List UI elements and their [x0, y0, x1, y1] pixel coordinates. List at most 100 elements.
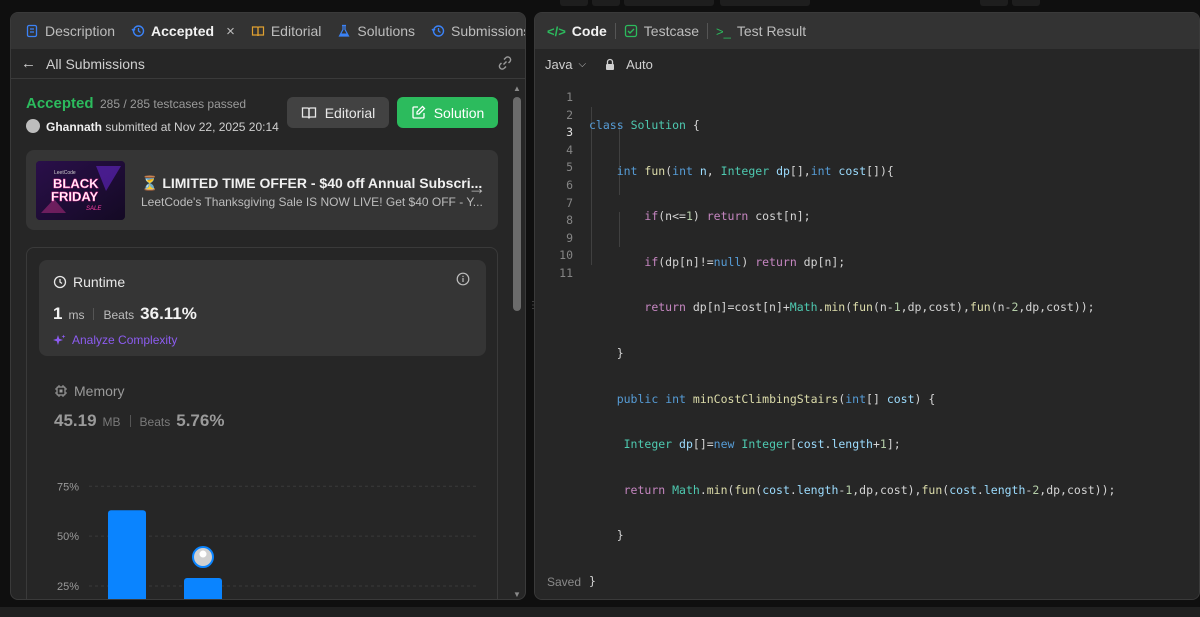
divider [93, 308, 95, 320]
save-status: Saved [547, 575, 582, 589]
editorial-button-label: Editorial [324, 104, 376, 121]
line-number: 4 [566, 142, 573, 157]
promo-badge-line2: FRIDAY [51, 189, 99, 204]
tab-label: Accepted [151, 23, 215, 39]
scroll-up-icon[interactable]: ▲ [512, 85, 522, 93]
toolbar-segment [980, 0, 1008, 6]
tab-label: Test Result [736, 23, 807, 39]
flask-icon [338, 24, 350, 37]
solution-button[interactable]: Solution [397, 97, 498, 128]
username[interactable]: Ghannath [46, 120, 102, 134]
memory-beats-label: Beats [139, 415, 171, 429]
code-line: } [589, 573, 596, 588]
line-number: 11 [559, 265, 573, 280]
y-tick-label: 25% [57, 581, 79, 593]
runtime-label: Runtime [73, 274, 126, 290]
runtime-beats-label: Beats [103, 308, 135, 322]
avatar[interactable] [26, 119, 40, 133]
tab-submissions[interactable]: Submissions [425, 13, 525, 49]
tab-testcase[interactable]: Testcase [618, 13, 705, 49]
tab-label: Testcase [643, 23, 700, 39]
line-number: 10 [559, 248, 573, 263]
runtime-values: 1 ms Beats 36.11% [53, 304, 197, 324]
line-number-gutter: 1 2 3 4 5 6 7 8 9 10 11 [535, 89, 573, 283]
auto-mode[interactable]: Auto [626, 57, 653, 72]
lock-icon [606, 58, 615, 70]
taskbar [0, 607, 1200, 617]
chip-icon [55, 385, 67, 397]
distribution-bar[interactable] [184, 578, 222, 600]
tab-editorial[interactable]: Editorial [245, 13, 328, 49]
performance-stats: Runtime 1 ms Beats 36.11% Analyze Comple… [26, 247, 498, 600]
info-icon[interactable] [456, 272, 470, 286]
line-number: 9 [566, 230, 573, 245]
document-icon [26, 24, 38, 38]
code-line: if(n<=1) return cost[n]; [644, 209, 811, 224]
checkbox-icon [624, 24, 637, 38]
all-submissions-link[interactable]: All Submissions [46, 56, 145, 72]
code-line: public int minCostClimbingStairs(int[] c… [616, 391, 936, 406]
code-editor[interactable]: 1 2 3 4 5 6 7 8 9 10 11 class Solution { int fun(i… [535, 83, 1199, 599]
memory-beats-value: 5.76% [176, 411, 225, 430]
vertical-scrollbar[interactable]: ▲ ▼ [512, 83, 522, 599]
source-code[interactable]: class Solution { int fun(int n, Integer … [589, 89, 1115, 599]
y-tick-label: 75% [57, 481, 79, 493]
code-line: return dp[n]=cost[n]+Math.min(fun(n-1,dp… [644, 300, 1095, 315]
code-line: if(dp[n]!=null) return dp[n]; [644, 254, 846, 269]
toolbar-segment [592, 0, 620, 6]
back-arrow-icon[interactable]: ← [21, 55, 36, 72]
line-number: 3 [566, 125, 573, 140]
link-icon[interactable] [497, 55, 513, 71]
close-icon[interactable]: × [226, 23, 235, 40]
clock-icon [53, 275, 67, 289]
terminal-icon: >_ [716, 23, 731, 39]
language-select[interactable]: Java [545, 57, 572, 72]
toolbar-segment [1012, 0, 1040, 6]
submitted-info: Ghannath submitted at Nov 22, 2025 20:14 [46, 120, 279, 134]
tab-code[interactable]: </> Code [541, 13, 613, 49]
line-number: 6 [566, 177, 573, 192]
tab-accepted[interactable]: Accepted × [125, 13, 241, 49]
submitted-time: submitted at Nov 22, 2025 20:14 [105, 120, 279, 134]
resize-handle[interactable]: ⋮ [528, 300, 538, 316]
scroll-down-icon[interactable]: ▼ [512, 591, 522, 599]
tab-solutions[interactable]: Solutions [331, 13, 421, 49]
tab-test-result[interactable]: >_ Test Result [710, 13, 812, 49]
runtime-card[interactable]: Runtime 1 ms Beats 36.11% Analyze Comple… [39, 260, 486, 356]
memory-header[interactable]: Memory [54, 383, 125, 399]
line-number: 7 [566, 195, 573, 210]
tab-description[interactable]: Description [19, 13, 121, 49]
line-number: 1 [566, 90, 573, 104]
code-line: int fun(int n, Integer dp[],int cost[]){ [616, 163, 894, 178]
memory-unit: MB [102, 415, 121, 429]
distribution-bar[interactable] [108, 510, 146, 600]
code-icon: </> [547, 23, 566, 39]
submission-subbar: ← All Submissions [11, 49, 525, 79]
right-tab-bar: </> Code Testcase >_ Test Result [535, 13, 1199, 49]
line-number: 8 [566, 213, 573, 228]
runtime-header: Runtime [53, 274, 125, 290]
scroll-thumb[interactable] [513, 97, 521, 311]
arrow-right-icon[interactable]: → [468, 178, 486, 199]
runtime-value: 1 [53, 304, 63, 323]
book-icon [301, 106, 316, 119]
avatar-head [199, 550, 207, 558]
toolbar-segment [560, 0, 588, 6]
promo-banner[interactable]: LeetCode BLACK FRIDAY SALE ⏳ LIMITED TIM… [26, 150, 498, 230]
tab-label: Code [571, 23, 607, 39]
sparkle-icon [53, 334, 66, 345]
analyze-complexity-link[interactable]: Analyze Complexity [53, 333, 177, 347]
left-tab-bar: Description Accepted × Editorial Solutio… [11, 13, 525, 49]
code-line: Integer dp[]=new Integer[cost.length+1]; [623, 437, 901, 452]
tab-label: Description [45, 23, 116, 39]
chevron-down-icon[interactable]: ⌵ [578, 59, 586, 70]
app-root: Description Accepted × Editorial Solutio… [0, 0, 1200, 617]
submission-panel: Description Accepted × Editorial Solutio… [10, 12, 526, 600]
editor-toolbar: Java ⌵ Auto [535, 49, 1199, 79]
editorial-button[interactable]: Editorial [287, 97, 389, 128]
result-status: Accepted [26, 95, 94, 112]
memory-distribution-chart: 75% 50% 25% [57, 481, 477, 600]
code-line: class Solution { [589, 118, 700, 132]
divider [129, 415, 131, 427]
history-icon [431, 25, 445, 37]
